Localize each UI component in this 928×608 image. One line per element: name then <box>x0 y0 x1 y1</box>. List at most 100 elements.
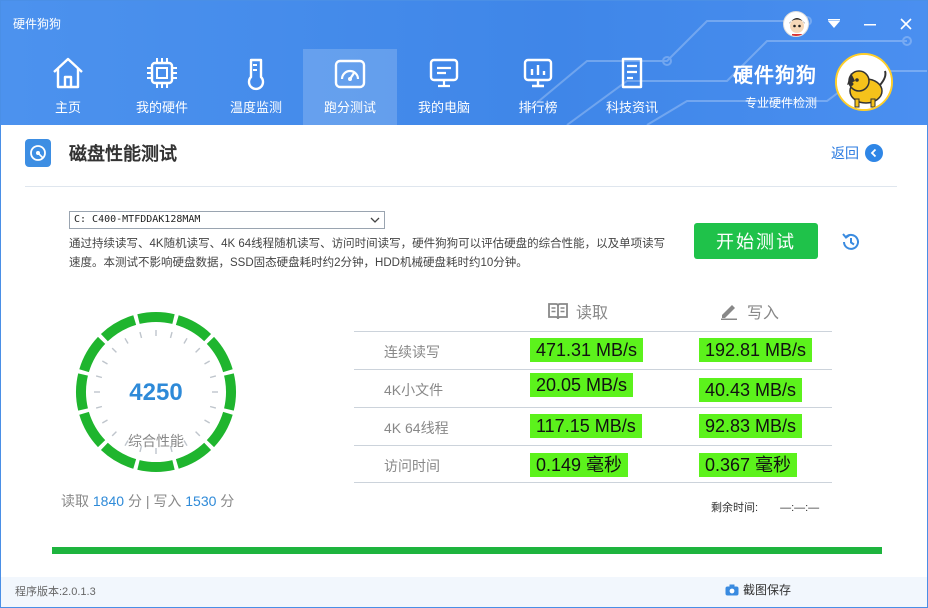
gauge-segment <box>137 312 175 324</box>
start-test-button[interactable]: 开始测试 <box>694 223 818 259</box>
nav-my-computer[interactable]: 我的电脑 <box>397 49 491 125</box>
version-label: 程序版本:2.0.1.3 <box>15 586 96 598</box>
read-value: 0.149 毫秒 <box>530 453 629 477</box>
read-value: 20.05 MB/s <box>530 373 634 397</box>
gauge-tick <box>111 347 117 353</box>
history-icon[interactable] <box>840 231 862 253</box>
back-arrow-icon <box>865 144 883 162</box>
table-row: 4K小文件 20.05 MB/s 40.43 MB/s <box>354 369 832 407</box>
total-score: 4250 <box>129 379 183 406</box>
nav-label: 我的电脑 <box>417 100 470 115</box>
monitor-icon <box>429 58 459 88</box>
back-label: 返回 <box>831 145 859 161</box>
brand-name: 硬件狗狗 <box>733 65 817 87</box>
disk-icon <box>25 139 51 167</box>
drive-select[interactable]: C: C400-MTFDDAK128MAM <box>69 211 385 229</box>
read-value: 117.15 MB/s <box>530 414 642 438</box>
news-icon <box>621 57 643 89</box>
total-score-label: 综合性能 <box>128 433 184 449</box>
gauge-tick <box>139 331 143 339</box>
screenshot-save-label: 截图保存 <box>743 583 792 597</box>
write-score-unit: 分 <box>220 493 235 509</box>
write-score: 1530 <box>185 493 217 509</box>
row-label: 4K 64线程 <box>384 420 449 436</box>
sub-scores: 读取 1840 分 | 写入 1530 分 <box>61 491 234 511</box>
main-nav: 主页 我的硬件 温度监测 跑分测试 我的电脑 排行榜 科技资讯 <box>21 49 679 125</box>
screenshot-save-button[interactable]: 截图保存 <box>725 581 791 598</box>
menu-dropdown-button[interactable] <box>823 13 845 35</box>
score-separator: | <box>145 493 150 509</box>
read-value: 471.31 MB/s <box>530 338 644 362</box>
gauge-tick <box>195 347 201 353</box>
progress-bar <box>52 547 882 554</box>
nav-home[interactable]: 主页 <box>21 49 115 125</box>
gauge-tick <box>169 331 173 339</box>
write-value: 92.83 MB/s <box>699 414 803 438</box>
table-row: 连续读写 471.31 MB/s 192.81 MB/s <box>354 331 832 369</box>
nav-label: 温度监测 <box>229 100 282 115</box>
write-value: 192.81 MB/s <box>699 338 813 362</box>
gauge-tick <box>124 337 129 344</box>
gauge-tick <box>101 419 108 424</box>
dog-logo-icon <box>835 53 893 111</box>
read-score: 1840 <box>92 493 125 509</box>
speedometer-icon <box>334 59 366 89</box>
remaining-time: 剩余时间: —:—:— <box>711 499 819 515</box>
brand-tagline: 专业硬件检测 <box>744 96 817 110</box>
nav-label: 主页 <box>54 100 81 115</box>
remaining-time-value: —:—:— <box>780 502 820 514</box>
drive-select-value: C: C400-MTFDDAK128MAM <box>74 214 201 225</box>
back-button[interactable]: 返回 <box>831 143 883 163</box>
write-value: 40.43 MB/s <box>699 378 803 402</box>
read-column-header: 读取 <box>548 299 608 323</box>
app-title: 硬件狗狗 <box>13 17 62 31</box>
window-controls <box>783 11 917 37</box>
nav-tech-news[interactable]: 科技资讯 <box>585 49 679 125</box>
close-button[interactable] <box>895 13 917 35</box>
gauge-segment <box>175 315 212 342</box>
camera-icon <box>725 584 739 595</box>
header-bar: 硬件狗狗 主页 我的硬件 温度监测 跑分测试 我的电脑 排行榜 科技资讯 硬件狗… <box>1 1 927 125</box>
nav-label: 科技资讯 <box>605 100 658 115</box>
close-icon <box>900 18 912 30</box>
table-row: 4K 64线程 117.15 MB/s 92.83 MB/s <box>354 407 832 445</box>
remaining-time-label: 剩余时间: <box>711 502 759 514</box>
write-score-label: 写入 <box>153 493 182 509</box>
read-score-unit: 分 <box>127 493 142 509</box>
nav-my-hardware[interactable]: 我的硬件 <box>115 49 209 125</box>
gauge-tick <box>183 337 188 344</box>
row-label: 连续读写 <box>384 344 440 360</box>
read-score-label: 读取 <box>61 493 89 509</box>
write-header-label: 写入 <box>747 305 780 322</box>
nav-benchmark[interactable]: 跑分测试 <box>303 49 397 125</box>
user-avatar[interactable] <box>783 11 809 37</box>
brand-block: 硬件狗狗 专业硬件检测 <box>733 59 817 111</box>
chevron-down-icon <box>828 19 840 28</box>
thermometer-icon <box>247 58 265 91</box>
row-label: 访问时间 <box>384 458 440 474</box>
write-column-header: 写入 <box>719 299 779 323</box>
minimize-icon <box>864 24 876 26</box>
home-icon <box>53 57 83 89</box>
avatar-icon <box>789 18 805 36</box>
chip-icon <box>147 58 177 88</box>
gauge-tick <box>101 360 108 365</box>
read-header-label: 读取 <box>576 305 609 322</box>
nav-ranking[interactable]: 排行榜 <box>491 49 585 125</box>
gauge-tick <box>95 375 103 379</box>
nav-label: 排行榜 <box>518 100 558 115</box>
section-header: 磁盘性能测试 <box>25 139 177 167</box>
gauge-tick <box>204 360 211 365</box>
pencil-icon <box>721 305 737 320</box>
table-row: 访问时间 0.149 毫秒 0.367 毫秒 <box>354 445 832 483</box>
gauge-segment <box>79 336 106 373</box>
gauge-tick <box>209 375 217 379</box>
results-table: 连续读写 471.31 MB/s 192.81 MB/s 4K小文件 20.05… <box>354 331 832 483</box>
nav-temperature[interactable]: 温度监测 <box>209 49 303 125</box>
section-divider <box>25 186 897 187</box>
page-title: 磁盘性能测试 <box>69 144 177 164</box>
app-window: 硬件狗狗 主页 我的硬件 温度监测 跑分测试 我的电脑 排行榜 科技资讯 硬件狗… <box>0 0 928 608</box>
nav-label: 我的硬件 <box>135 100 188 115</box>
minimize-button[interactable] <box>859 13 881 35</box>
chevron-down-icon <box>370 212 380 234</box>
